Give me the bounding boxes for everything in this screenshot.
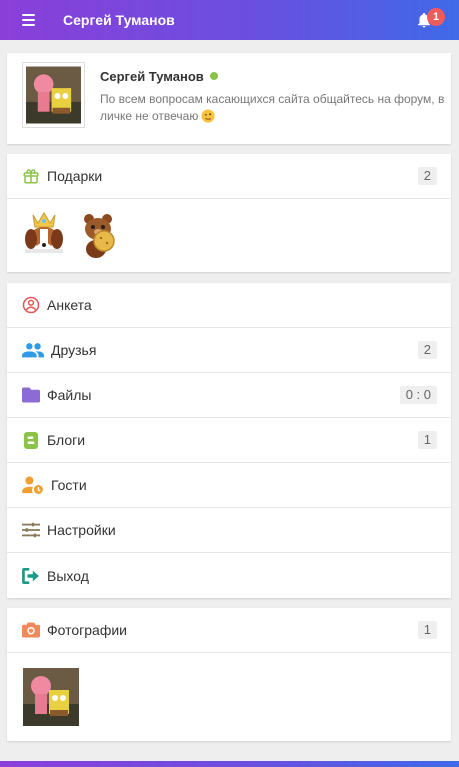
photos-label: Фотографии — [47, 622, 128, 638]
menu-item-label: Анкета — [47, 297, 92, 313]
gift-icon — [21, 166, 41, 186]
gifts-label: Подарки — [47, 168, 103, 184]
files-count-badge: 0 : 0 — [399, 386, 437, 404]
photo-thumbnail[interactable] — [21, 668, 81, 726]
photos-count-badge: 1 — [417, 621, 437, 639]
menu-item-label: Друзья — [51, 342, 97, 358]
menu-item-label: Блоги — [47, 432, 86, 448]
menu-item-guests[interactable]: Гости — [7, 463, 451, 508]
notification-badge: 1 — [427, 8, 445, 26]
profile-card: Сергей Туманов По всем вопросам касающих… — [7, 53, 451, 144]
gifts-list — [7, 199, 451, 271]
menu-item-friends[interactable]: Друзья 2 — [7, 328, 451, 373]
menu-item-files[interactable]: Файлы 0 : 0 — [7, 373, 451, 418]
menu-item-label: Файлы — [47, 387, 92, 403]
sliders-icon — [21, 520, 41, 540]
friends-count-badge: 2 — [417, 341, 437, 359]
gift-bear-cookie-image[interactable] — [79, 211, 117, 259]
profile-name: Сергей Туманов — [100, 69, 218, 84]
top-app-bar: Сергей Туманов 1 — [0, 0, 459, 40]
menu-item-settings[interactable]: Настройки — [7, 508, 451, 553]
menu-item-blogs[interactable]: Блоги 1 — [7, 418, 451, 463]
user-circle-icon — [21, 295, 41, 315]
bottom-accent-bar — [0, 761, 459, 767]
menu-item-logout[interactable]: Выход — [7, 553, 451, 598]
profile-name-text: Сергей Туманов — [100, 69, 204, 84]
menu-item-profile[interactable]: Анкета — [7, 283, 451, 328]
profile-menu: Анкета Друзья 2 Файлы 0 : 0 Блоги 1 Гост… — [7, 283, 451, 598]
blogs-count-badge: 1 — [417, 431, 437, 449]
menu-item-label: Настройки — [47, 522, 116, 538]
menu-item-label: Выход — [47, 567, 89, 584]
photos-card: Фотографии 1 — [7, 608, 451, 741]
folder-icon — [21, 385, 41, 405]
profile-status-text: По всем вопросам касающихся сайта общайт… — [100, 92, 445, 123]
avatar[interactable] — [22, 62, 85, 128]
photo-image — [23, 668, 79, 726]
hamburger-menu-button[interactable] — [22, 0, 44, 40]
blog-icon — [21, 430, 41, 450]
menu-item-label: Гости — [51, 477, 87, 493]
gifts-row[interactable]: Подарки 2 — [7, 154, 451, 199]
photos-row[interactable]: Фотографии 1 — [7, 608, 451, 653]
gifts-count-badge: 2 — [417, 167, 437, 185]
guests-icon — [21, 475, 45, 495]
online-status-dot — [209, 72, 218, 80]
avatar-image — [26, 66, 81, 124]
gifts-card: Подарки 2 — [7, 154, 451, 272]
emoji-icon — [201, 109, 215, 123]
camera-icon — [21, 620, 41, 640]
logout-icon — [21, 566, 41, 586]
page-title: Сергей Туманов — [63, 12, 175, 28]
gift-dog-queen-image[interactable] — [21, 211, 67, 255]
profile-status: По всем вопросам касающихся сайта общайт… — [100, 91, 445, 125]
friends-icon — [21, 340, 45, 360]
